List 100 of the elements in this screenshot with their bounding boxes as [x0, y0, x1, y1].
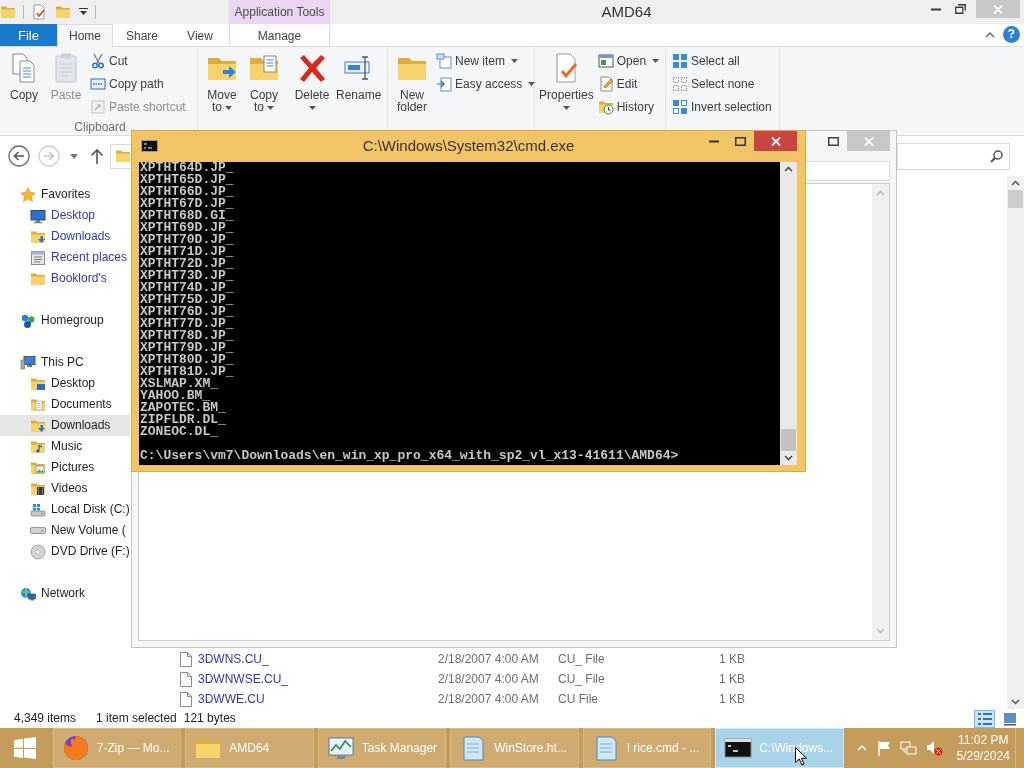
speaker-muted-icon[interactable] [926, 740, 944, 756]
details-view-icon [976, 710, 993, 727]
scrollbar-thumb[interactable] [1008, 190, 1023, 208]
ribbon-button[interactable]: Cut [87, 50, 190, 72]
ribbon-button[interactable]: Copy [3, 47, 45, 120]
ribbon-button[interactable]: New item [433, 50, 540, 72]
ribbon-button[interactable]: Move to [201, 47, 243, 120]
ribbon-button[interactable]: Copy path [87, 73, 190, 95]
file-icon [180, 651, 192, 667]
nav-item[interactable]: New Volume ( [0, 520, 130, 541]
ribbon-button[interactable]: History [594, 96, 664, 118]
file-date: 2/18/2007 4:00 AM [438, 651, 540, 667]
flag-icon[interactable] [875, 740, 892, 756]
nav-item[interactable]: Recent places [0, 247, 130, 268]
help-button[interactable]: ? [1003, 26, 1020, 43]
nav-item[interactable]: Downloads [0, 226, 130, 247]
file-size: 1 KB [718, 671, 745, 687]
up-arrow-icon[interactable] [90, 148, 104, 164]
nav-item[interactable]: This PC [0, 352, 130, 373]
scissors-icon [90, 53, 106, 69]
folder-icon[interactable] [55, 4, 71, 20]
scroll-down-icon[interactable] [784, 455, 793, 461]
forward-icon[interactable] [38, 145, 60, 167]
nav-item[interactable]: Documents [0, 394, 130, 415]
ribbon-button[interactable]: Copy to [243, 47, 285, 120]
view-button[interactable] [974, 709, 995, 728]
close-icon [993, 4, 1003, 14]
selection-size: 121 bytes [183, 711, 236, 726]
page-check-icon[interactable] [31, 4, 47, 20]
search-field[interactable] [897, 142, 1010, 170]
file-date: 2/18/2007 4:00 AM [438, 671, 540, 687]
nav-item[interactable]: Videos [0, 478, 130, 499]
file-name: 3DWWE.CU [198, 691, 266, 707]
nav-item[interactable]: Favorites [0, 184, 130, 205]
console-icon[interactable] [141, 140, 158, 152]
ribbon-tab[interactable]: View [171, 24, 229, 46]
back-icon[interactable] [8, 145, 30, 167]
nav-item[interactable]: Pictures [0, 457, 130, 478]
console-line: XPTHT80D.JP_ [140, 354, 235, 366]
disc-icon [30, 543, 46, 560]
folder-icon[interactable] [0, 4, 16, 20]
ribbon-button[interactable]: Invert selection [669, 96, 776, 118]
minimize-icon [708, 139, 719, 143]
nav-item[interactable]: Booklord's [0, 268, 130, 289]
ribbon-button[interactable]: Delete [291, 47, 333, 120]
console-line: XPTHT75D.JP_ [140, 294, 235, 306]
nav-item[interactable]: Local Disk (C:) [0, 499, 130, 520]
ribbon-button[interactable]: Select all [669, 50, 776, 72]
console-line: XPTHT65D.JP_ [140, 174, 235, 186]
scroll-up-icon[interactable] [1011, 180, 1020, 186]
ribbon-button[interactable]: Easy access [433, 73, 540, 95]
ribbon-button[interactable]: Rename [333, 47, 385, 120]
copy-path-icon [90, 76, 106, 92]
scroll-up-icon[interactable] [784, 166, 793, 172]
invert-selection-icon [672, 99, 688, 115]
console-line: XPTHT73D.JP_ [140, 270, 235, 282]
scroll-down-icon[interactable] [1011, 699, 1020, 705]
caret-icon [267, 105, 274, 110]
nav-item[interactable]: Network [0, 583, 130, 604]
caret-icon [308, 105, 316, 110]
ribbon-button[interactable]: Open [594, 50, 664, 72]
console-line: YAHOO.BM_ [140, 390, 211, 402]
nav-item[interactable]: Desktop [0, 205, 130, 226]
monitor-icon [30, 207, 46, 224]
windows-logo-icon [12, 736, 37, 760]
console-line: XPTHT74D.JP_ [140, 282, 235, 294]
ribbon-button[interactable]: Properties [538, 47, 595, 120]
ribbon-button[interactable]: Select none [669, 73, 776, 95]
window-title: C:\Windows\System32\cmd.exe [362, 136, 575, 156]
monitor-chart-icon [326, 734, 355, 762]
address-field[interactable] [110, 143, 133, 169]
list-window-icon [30, 249, 46, 266]
selection-count: 1 item selected [96, 711, 177, 726]
scrollbar-thumb[interactable] [781, 429, 796, 451]
nav-item[interactable]: Homegroup [0, 310, 130, 331]
ribbon-button[interactable]: New folder [391, 47, 433, 120]
search-icon [990, 149, 1003, 163]
nav-item[interactable]: DVD Drive (F:) [0, 541, 130, 562]
network-icon [20, 585, 36, 602]
nav-item[interactable]: Music [0, 436, 130, 457]
file-tab[interactable]: File [0, 24, 57, 46]
scrollbar[interactable] [780, 162, 797, 465]
ribbon-tab[interactable]: Home [57, 24, 113, 47]
caret-icon[interactable] [70, 153, 78, 159]
console-line: XPTHT68D.GI_ [140, 210, 235, 222]
close-button[interactable] [754, 131, 797, 151]
ribbon-button[interactable]: Edit [594, 73, 664, 95]
easy-access-icon [436, 76, 452, 92]
window-title: AMD64 [601, 3, 652, 20]
network-icon[interactable] [900, 740, 918, 756]
file-size: 1 KB [718, 651, 745, 667]
console-line: XPTHT67D.JP_ [140, 198, 235, 210]
nav-item[interactable]: Desktop [0, 373, 130, 394]
chevron-up-icon[interactable] [985, 31, 995, 38]
item-count: 4,349 items [14, 711, 77, 726]
ribbon-tab[interactable]: Share [113, 24, 171, 46]
nav-item[interactable]: Downloads [0, 415, 130, 436]
dropdown-icon[interactable] [79, 8, 88, 16]
scrollbar[interactable] [1007, 176, 1024, 709]
caret-icon [528, 82, 536, 86]
